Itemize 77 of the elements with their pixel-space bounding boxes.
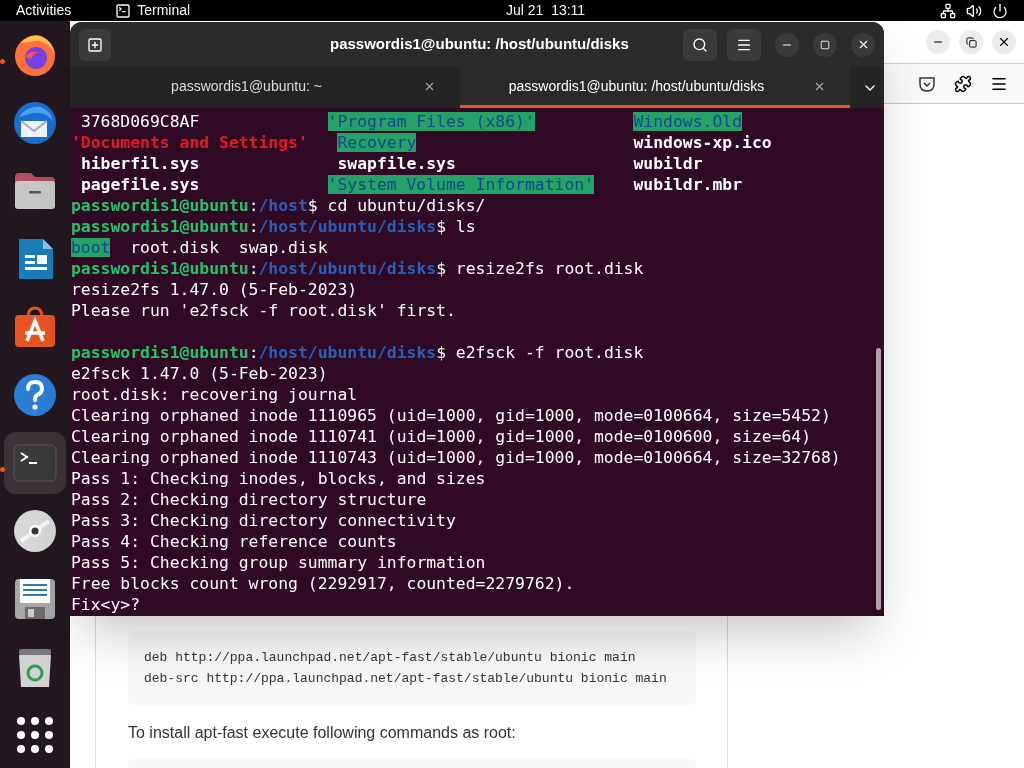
minimize-button[interactable] — [775, 32, 799, 57]
scrollbar-thumb[interactable] — [876, 348, 881, 610]
restore-icon — [965, 36, 977, 48]
terminal-text: Clearing orphaned inode 1110741 (uid=1000, gid=1000, mode=0100600, size=64) — [71, 427, 812, 446]
terminal-text: /host/ubuntu/disks — [258, 217, 437, 236]
terminal-text: root.disk swap.disk — [129, 238, 328, 257]
search-icon — [692, 36, 708, 53]
terminal-text: Pass 4: Checking reference counts — [71, 532, 397, 551]
maximize-icon — [820, 39, 830, 50]
search-button[interactable] — [683, 28, 717, 61]
terminal-text: hiberfil.sys — [79, 154, 200, 173]
new-tab-button[interactable] — [79, 28, 111, 61]
terminal-text: passwordis1@ubuntu — [71, 343, 249, 362]
terminal-text: Pass 2: Checking directory structure — [71, 490, 427, 509]
terminal-text: $ cd ubuntu/disks/ — [307, 196, 486, 215]
terminal-text: 3768D069C8AF — [79, 112, 200, 131]
terminal-text: /host — [258, 196, 308, 215]
terminal-text: Pass 5: Checking group summary information — [71, 553, 486, 572]
terminal-text: Clearing orphaned inode 1110965 (uid=1000, gid=1000, mode=0100664, size=5452) — [71, 406, 831, 425]
mail-bird-icon[interactable] — [11, 99, 59, 147]
volume-icon[interactable] — [966, 2, 982, 19]
code-line: deb http://ppa.launchpad.net/apt-fast/stable/ubuntu bionic main — [144, 649, 637, 667]
new-tab-icon — [87, 36, 103, 53]
network-icon[interactable] — [940, 2, 956, 19]
terminal-text: 'Documents and Settings' — [71, 133, 308, 152]
terminal-text: passwordis1@ubuntu — [71, 196, 249, 215]
maximize-button[interactable] — [813, 32, 837, 57]
disc-icon[interactable] — [11, 507, 59, 555]
power-icon[interactable] — [992, 2, 1008, 19]
terminal-text: resize2fs 1.47.0 (5-Feb-2023) — [71, 280, 358, 299]
terminal-text: Recovery — [336, 133, 417, 152]
terminal-tab[interactable]: passwordis1@ubuntu: ~ — [70, 67, 460, 108]
terminal-text: 'System Volume Information' — [327, 175, 594, 194]
terminal-text: /host/ubuntu/disks — [258, 259, 437, 278]
minimize-button[interactable] — [926, 30, 950, 54]
terminal-text: $ e2fsck -f root.disk — [436, 343, 644, 362]
terminal-text: : — [248, 196, 259, 215]
terminal-text: wubildr — [633, 154, 703, 173]
terminal-text: pagefile.sys — [79, 175, 200, 194]
activities-button[interactable]: Activities — [16, 0, 72, 21]
terminal-text: Pass 3: Checking directory connectivity — [71, 511, 456, 530]
terminal-text: : — [248, 259, 259, 278]
terminal-icon — [115, 2, 132, 19]
menu-button[interactable] — [727, 28, 761, 61]
terminal-text: Fix<y>? — [71, 595, 141, 614]
terminal-text: Pass 1: Checking inodes, blocks, and sizes — [71, 469, 486, 488]
terminal-text: : — [248, 217, 259, 236]
terminal-tab[interactable]: passwordis1@ubuntu: /host/ubuntu/disks — [460, 67, 850, 108]
terminal-text: e2fsck 1.47.0 (5-Feb-2023) — [71, 364, 328, 383]
terminal-text: wubildr.mbr — [633, 175, 743, 194]
close-button[interactable] — [851, 32, 875, 57]
terminal-text: boot — [71, 238, 111, 257]
terminal-text: windows-xp.ico — [633, 133, 772, 152]
close-icon — [997, 35, 1011, 49]
help-icon[interactable] — [11, 371, 59, 419]
terminal-text: swapfile.sys — [336, 154, 456, 173]
terminal-text: $ resize2fs root.disk — [436, 259, 644, 278]
terminal-text: Windows.Old — [633, 112, 743, 131]
terminal-text: Free blocks count wrong (2292917, counted=2279762). — [71, 574, 575, 593]
terminal-text: /host/ubuntu/disks — [258, 343, 437, 362]
clock[interactable]: Jul 21 13:11 — [506, 0, 586, 21]
terminal-text: Please run 'e2fsck -f root.disk' first. — [71, 301, 456, 320]
app-menu[interactable]: Terminal — [137, 0, 191, 21]
extensions-icon[interactable] — [954, 74, 972, 93]
paragraph: To install apt-fast execute following commands as root: — [128, 723, 517, 743]
close-button[interactable] — [992, 30, 1016, 54]
pocket-icon[interactable] — [918, 74, 936, 93]
terminal-text: 'Program Files (x86)' — [327, 112, 535, 131]
code-line: deb-src http://ppa.launchpad.net/apt-fast/stable/ubuntu bionic main — [144, 670, 668, 688]
terminal-text: passwordis1@ubuntu — [71, 259, 249, 278]
terminal-text: Clearing orphaned inode 1110743 (uid=1000, gid=1000, mode=0100664, size=32768) — [71, 448, 841, 467]
terminal-text: $ ls — [436, 217, 476, 236]
window-title: passwordis1@ubuntu: /host/ubuntu/disks — [330, 34, 629, 55]
terminal-text: : — [248, 343, 259, 362]
terminal-text: root.disk: recovering journal — [71, 385, 358, 404]
restore-button[interactable] — [959, 30, 983, 54]
terminal-text: passwordis1@ubuntu — [71, 217, 249, 236]
